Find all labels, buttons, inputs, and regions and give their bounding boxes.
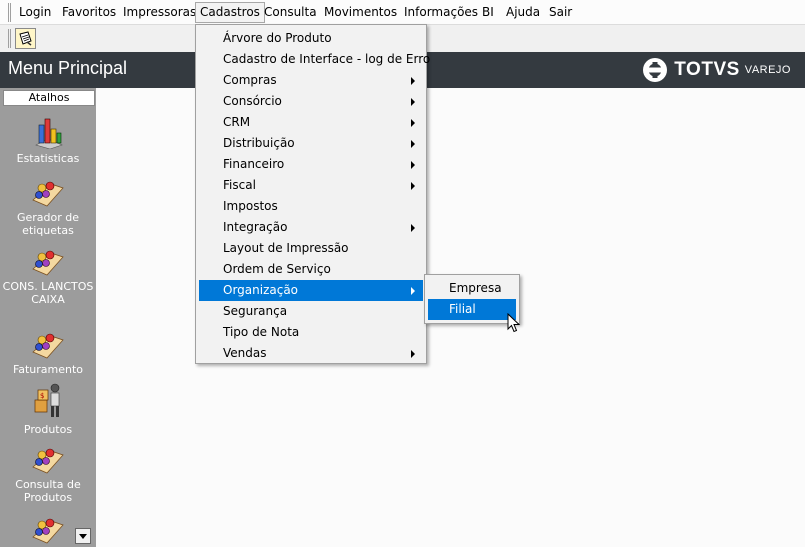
chart-icon: [35, 118, 63, 149]
menu-item-organizacao[interactable]: Organização: [199, 280, 423, 301]
menu-item-seguranca[interactable]: Segurança: [199, 301, 423, 322]
shortcut-label: Gerador de etiquetas: [16, 211, 80, 237]
menu-item-financeiro[interactable]: Financeiro: [199, 154, 423, 175]
totvs-logo-icon: [643, 58, 668, 82]
people-icon: [32, 250, 64, 276]
sidebar-scroll-down-button[interactable]: [75, 528, 91, 544]
people-icon: [32, 448, 64, 474]
toolbar-grip: [8, 29, 11, 48]
submenu-item-filial[interactable]: Filial: [428, 299, 516, 320]
shortcut-estatisticas[interactable]: Estatisticas: [0, 115, 96, 165]
submenu-arrow-icon: [411, 224, 415, 232]
shortcut-faturamento[interactable]: Faturamento: [0, 330, 96, 376]
submenu-arrow-icon: [411, 98, 415, 106]
menu-item-arvore-produto[interactable]: Árvore do Produto: [199, 28, 423, 49]
menu-cadastros[interactable]: Cadastros: [195, 2, 265, 23]
mouse-cursor-icon: [507, 313, 521, 333]
submenu-arrow-icon: [411, 140, 415, 148]
menu-bar: Login Favoritos Impressoras Cadastros Co…: [0, 0, 805, 25]
menu-bi[interactable]: BI: [478, 2, 498, 23]
menu-login[interactable]: Login: [15, 2, 55, 23]
people-icon: [32, 518, 64, 544]
shortcut-label: Faturamento: [12, 363, 84, 376]
boxes-person-icon: $: [34, 383, 60, 417]
shortcut-consulta-produtos[interactable]: Consulta de Produtos: [0, 445, 96, 504]
totvs-logo: TOTVS VAREJO: [642, 58, 791, 82]
page-title: Menu Principal: [8, 58, 128, 78]
submenu-arrow-icon: [411, 77, 415, 85]
logo-brand: TOTVS: [674, 59, 740, 80]
menu-item-impostos[interactable]: Impostos: [199, 196, 423, 217]
menu-item-distribuicao[interactable]: Distribuição: [199, 133, 423, 154]
chevron-down-icon: [79, 534, 87, 539]
menu-item-fiscal[interactable]: Fiscal: [199, 175, 423, 196]
people-icon: [32, 181, 64, 207]
shortcut-cons-lanctos-caixa[interactable]: CONS. LANCTOS CAIXA: [0, 247, 96, 306]
menu-item-ordem-servico[interactable]: Ordem de Serviço: [199, 259, 423, 280]
menu-ajuda[interactable]: Ajuda: [502, 2, 544, 23]
notepad-icon: [19, 31, 32, 46]
shortcuts-sidebar: Atalhos Estatisticas Gerador de etiqueta…: [0, 88, 96, 547]
submenu-arrow-icon: [411, 182, 415, 190]
shortcut-label: Consulta de Produtos: [15, 478, 81, 504]
menu-consulta[interactable]: Consulta: [260, 2, 321, 23]
menu-informacoes[interactable]: Informações: [400, 2, 482, 23]
shortcut-label: CONS. LANCTOS CAIXA: [2, 280, 94, 306]
shortcut-gerador-etiquetas[interactable]: Gerador de etiquetas: [0, 178, 96, 237]
cadastros-dropdown: Árvore do Produto Cadastro de Interface …: [195, 24, 430, 364]
toolbar-button[interactable]: [15, 28, 36, 49]
logo-sub: VAREJO: [744, 64, 791, 76]
menu-item-crm[interactable]: CRM: [199, 112, 423, 133]
menu-favoritos[interactable]: Favoritos: [58, 2, 120, 23]
menu-item-compras[interactable]: Compras: [199, 70, 423, 91]
submenu-item-empresa[interactable]: Empresa: [428, 278, 516, 299]
submenu-arrow-icon: [411, 161, 415, 169]
tab-atalhos[interactable]: Atalhos: [3, 90, 95, 106]
shortcut-label: Produtos: [23, 423, 73, 436]
menu-item-tipo-nota[interactable]: Tipo de Nota: [199, 322, 423, 343]
menu-movimentos[interactable]: Movimentos: [320, 2, 401, 23]
menu-impressoras[interactable]: Impressoras: [119, 2, 200, 23]
submenu-arrow-icon: [411, 350, 415, 358]
submenu-arrow-icon: [411, 119, 415, 127]
submenu-arrow-icon: [411, 287, 415, 295]
menu-item-cadastro-interface[interactable]: Cadastro de Interface - log de Erro: [199, 49, 430, 70]
shortcut-label: Estatisticas: [16, 152, 80, 165]
menu-item-integracao[interactable]: Integração: [199, 217, 423, 238]
menubar-grip: [8, 3, 11, 22]
menu-item-consorcio[interactable]: Consórcio: [199, 91, 423, 112]
menu-item-vendas[interactable]: Vendas: [199, 343, 423, 364]
shortcut-produtos[interactable]: $ Produtos: [0, 382, 96, 436]
people-icon: [32, 333, 64, 359]
svg-text:$: $: [40, 392, 44, 400]
menu-sair[interactable]: Sair: [545, 2, 576, 23]
menu-item-layout-impressao[interactable]: Layout de Impressão: [199, 238, 423, 259]
organizacao-submenu: Empresa Filial: [424, 274, 520, 324]
